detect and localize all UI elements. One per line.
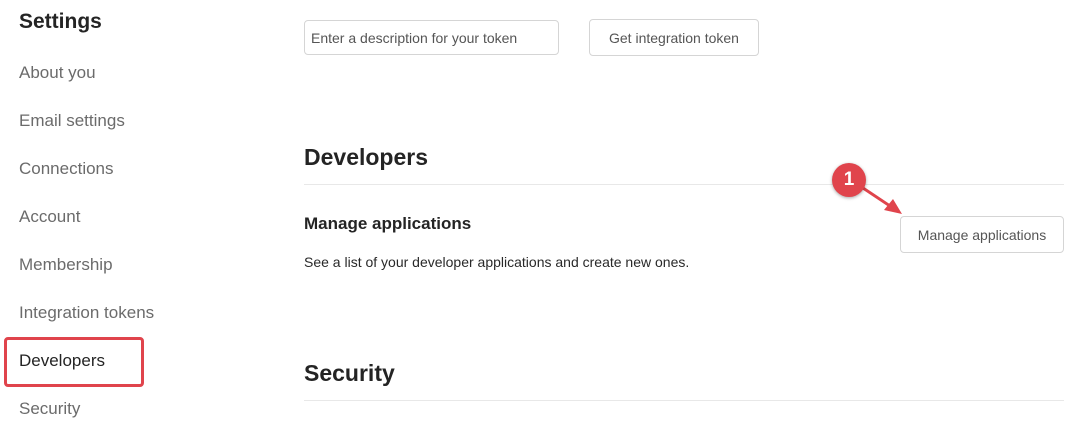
manage-applications-button[interactable]: Manage applications bbox=[900, 216, 1064, 253]
sidebar-item-integration-tokens[interactable]: Integration tokens bbox=[19, 303, 154, 323]
token-description-input[interactable] bbox=[304, 20, 559, 55]
annotation-arrow-icon bbox=[858, 184, 902, 214]
sidebar-title: Settings bbox=[19, 10, 102, 33]
sidebar-item-account[interactable]: Account bbox=[19, 207, 80, 227]
sidebar-item-developers[interactable]: Developers bbox=[19, 351, 105, 371]
sidebar-item-security[interactable]: Security bbox=[19, 399, 80, 419]
security-divider bbox=[304, 400, 1064, 401]
get-integration-token-button[interactable]: Get integration token bbox=[589, 19, 759, 56]
manage-applications-title: Manage applications bbox=[304, 214, 472, 233]
manage-applications-description: See a list of your developer application… bbox=[304, 254, 690, 270]
sidebar-item-email-settings[interactable]: Email settings bbox=[19, 111, 125, 131]
developers-divider bbox=[304, 184, 1064, 185]
security-section-title: Security bbox=[304, 360, 395, 386]
step-number-badge: 1 bbox=[832, 163, 866, 197]
developers-section-title: Developers bbox=[304, 144, 429, 170]
settings-page: Settings About you Email settings Connec… bbox=[0, 0, 1090, 425]
sidebar-item-about-you[interactable]: About you bbox=[19, 63, 96, 83]
sidebar-item-connections[interactable]: Connections bbox=[19, 159, 114, 179]
sidebar-item-membership[interactable]: Membership bbox=[19, 255, 113, 275]
